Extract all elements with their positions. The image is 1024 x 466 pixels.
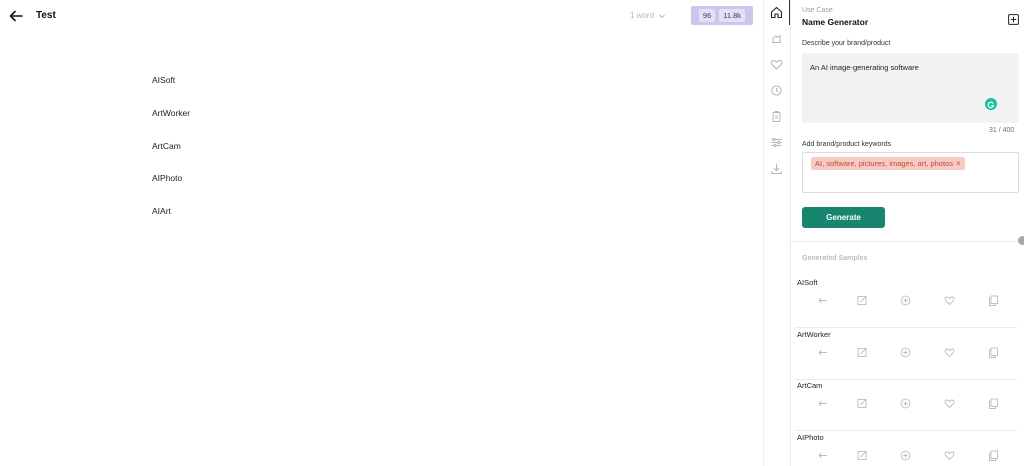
sample-actions [795,345,1017,359]
word-count-label: 1 word [630,11,655,20]
chevron-down-icon [659,14,665,18]
sample-actions [795,448,1017,462]
document-body[interactable]: AISoft ArtWorker ArtCam AIPhoto AIArt [152,74,190,238]
generated-samples-label: Generated Samples [802,255,868,262]
score-badge[interactable]: 96 11.8k [691,6,753,25]
add-circle-icon[interactable] [900,450,911,461]
sample-name: AISoft [797,278,818,287]
copy-icon[interactable] [988,398,999,409]
keyword-chip[interactable]: AI, software, pictures, images, art, pho… [811,157,965,170]
favorite-heart-icon[interactable] [944,347,955,358]
sample-actions [795,396,1017,410]
copy-icon[interactable] [988,295,999,306]
copy-icon[interactable] [988,347,999,358]
describe-textarea[interactable]: An AI image-generating software [802,53,1019,123]
history-icon[interactable] [770,84,783,97]
add-circle-icon[interactable] [900,295,911,306]
sample-name: ArtWorker [797,330,831,339]
use-case-title[interactable]: Name Generator [802,17,868,27]
score-count: 11.8k [719,9,746,22]
remove-chip-icon[interactable]: × [956,159,961,168]
insert-arrow-icon[interactable] [817,398,828,409]
icon-rail [763,0,789,466]
describe-label: Describe your brand/product [802,40,891,47]
sample-card[interactable]: AIPhoto [795,431,1017,466]
edit-icon[interactable] [857,450,868,461]
insert-arrow-icon[interactable] [817,347,828,358]
add-document-icon[interactable] [1008,14,1019,25]
edit-icon[interactable] [857,295,868,306]
copy-icon[interactable] [988,450,999,461]
document-title[interactable]: Test [36,10,56,21]
edit-icon[interactable] [857,347,868,358]
favorite-heart-icon[interactable] [944,398,955,409]
insert-arrow-icon[interactable] [817,295,828,306]
favorite-heart-icon[interactable] [944,450,955,461]
keywords-input[interactable]: AI, software, pictures, images, art, pho… [802,152,1019,193]
document-line[interactable]: AISoft [152,74,190,107]
grammarly-icon[interactable] [985,98,997,110]
editor: Test 1 word 96 11.8k AISoft ArtWorker Ar… [0,0,763,466]
sample-card[interactable]: ArtWorker [795,328,1017,380]
keyword-chip-text: AI, software, pictures, images, art, pho… [815,159,953,168]
settings-sliders-icon[interactable] [770,136,783,149]
sample-card[interactable]: AISoft [795,276,1017,328]
sample-card[interactable]: ArtCam [795,379,1017,431]
back-arrow-icon[interactable] [8,8,24,24]
add-circle-icon[interactable] [900,398,911,409]
document-line[interactable]: ArtWorker [152,107,190,140]
home-icon[interactable] [770,6,783,19]
use-case-label: Use Case [802,7,833,14]
sample-name: AIPhoto [797,433,824,442]
edit-icon[interactable] [857,398,868,409]
document-line[interactable]: AIPhoto [152,172,190,205]
describe-value: An AI image-generating software [810,63,919,72]
generate-button[interactable]: Generate [802,207,885,228]
word-count-dropdown[interactable]: 1 word [630,11,666,20]
sample-name: ArtCam [797,381,823,390]
add-circle-icon[interactable] [900,347,911,358]
section-divider [791,241,1024,242]
favorite-heart-icon[interactable] [944,295,955,306]
clipboard-icon[interactable] [770,110,783,123]
use-case-panel: Use Case Name Generator Describe your br… [790,0,1024,466]
download-icon[interactable] [770,162,783,175]
document-line[interactable]: ArtCam [152,140,190,173]
sample-actions [795,293,1017,307]
keywords-label: Add brand/product keywords [802,141,892,148]
score-value: 96 [698,9,716,22]
document-line[interactable]: AIArt [152,205,190,238]
brand-voice-icon[interactable] [770,32,783,45]
collapse-handle-icon[interactable] [1018,236,1024,245]
insert-arrow-icon[interactable] [817,450,828,461]
character-count: 31 / 400 [989,127,1015,134]
heart-icon[interactable] [770,58,783,71]
